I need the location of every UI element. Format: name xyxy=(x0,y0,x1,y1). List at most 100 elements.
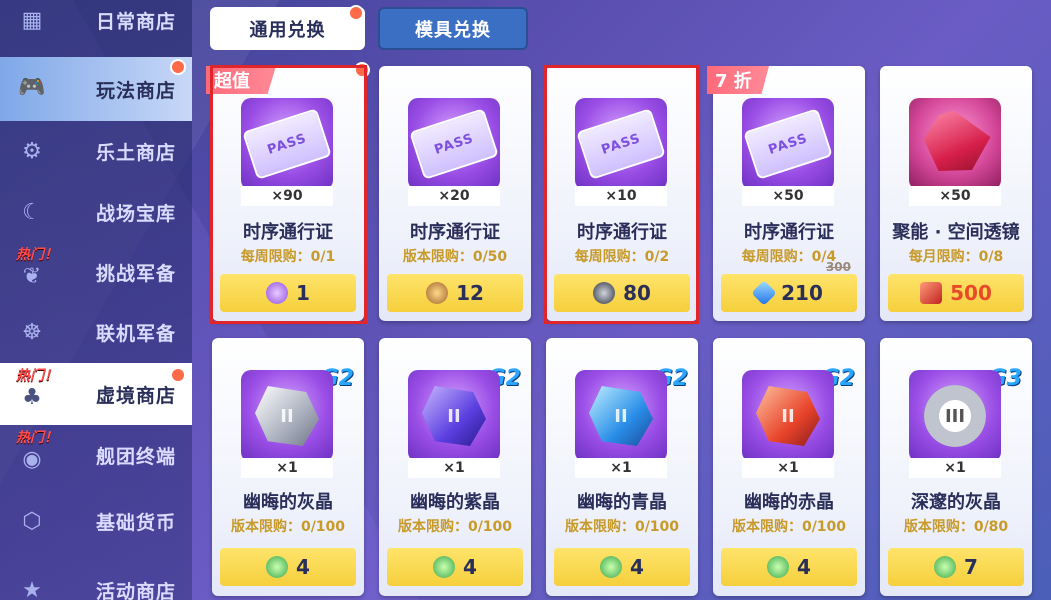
shop-card[interactable]: PASS ×20 时序通行证 版本限购：0/50 12 xyxy=(379,66,531,321)
tab-label: 通用兑换 xyxy=(249,19,326,41)
purchase-limit: 版本限购：0/100 xyxy=(397,519,513,535)
item-name: 幽晦的赤晶 xyxy=(744,492,834,513)
green-skull-icon xyxy=(266,556,289,578)
sidebar-item-label: 挑战军备 xyxy=(96,262,177,285)
purchase-limit: 版本限购：0/100 xyxy=(564,519,680,535)
price-button[interactable]: 7 xyxy=(888,548,1024,586)
purchase-limit: 版本限购：0/50 xyxy=(402,249,508,265)
shop-card[interactable]: G2 II ×1 幽晦的紫晶 版本限购：0/100 4 xyxy=(379,338,531,596)
shop-card[interactable]: 超值 PASS ×90 时序通行证 每周限购：0/1 1 xyxy=(206,62,370,321)
shop-card[interactable]: G2 II ×1 幽晦的灰晶 版本限购：0/100 4 xyxy=(212,338,364,596)
price-value: 4 xyxy=(296,555,310,579)
pass-ticket-icon: PASS xyxy=(409,108,499,180)
sidebar-item-label: 战场宝库 xyxy=(96,202,177,225)
price-value: 4 xyxy=(630,555,644,579)
item-name: 时序通行证 xyxy=(243,222,333,243)
sidebar-item-label: 日常商店 xyxy=(96,10,177,33)
item-quantity: ×1 xyxy=(575,458,667,478)
cyan-crystal-icon: II xyxy=(589,386,653,446)
green-skull-icon xyxy=(934,556,957,578)
pass-ticket-icon: PASS xyxy=(576,108,666,180)
purchase-limit: 版本限购：0/100 xyxy=(731,519,847,535)
plant-icon: ♣ xyxy=(22,384,42,410)
shop-card[interactable]: 7 折 PASS ×50 时序通行证 每周限购：0/4 210 300 xyxy=(707,66,865,321)
sidebar-item-gameplay-shop[interactable]: 🎮 玩法商店 xyxy=(0,57,192,121)
purple-gem-icon xyxy=(266,282,289,304)
price-button[interactable]: 4 xyxy=(554,548,690,586)
sidebar-item-event-shop[interactable]: ★ 活动商店 xyxy=(0,560,192,600)
item-thumbnail: PASS xyxy=(742,98,834,190)
purchase-limit: 每周限购：0/1 xyxy=(240,249,336,265)
price-button[interactable]: 1 xyxy=(220,274,356,312)
tab-mold-exchange[interactable]: 模具兑换 xyxy=(378,7,528,50)
item-thumbnail: II xyxy=(575,370,667,462)
item-thumbnail: II xyxy=(408,370,500,462)
discount-ribbon: 7 折 xyxy=(707,66,769,94)
item-quantity: ×20 xyxy=(408,186,500,206)
item-name: 幽晦的灰晶 xyxy=(243,492,333,513)
pass-ticket-icon: PASS xyxy=(242,108,332,180)
shop-card[interactable]: G2 II ×1 幽晦的青晶 版本限购：0/100 4 xyxy=(546,338,698,596)
price-value: 4 xyxy=(797,555,811,579)
sidebar-item-paradise-shop[interactable]: ⚙ 乐土商店 xyxy=(0,121,192,181)
price-value: 12 xyxy=(456,281,484,305)
sidebar-item-coop-armory[interactable]: ☸ 联机军备 xyxy=(0,302,192,362)
item-name: 幽晦的紫晶 xyxy=(410,492,500,513)
price-value: 500 xyxy=(950,281,992,305)
sidebar-item-label: 活动商店 xyxy=(96,580,177,600)
notification-dot xyxy=(348,5,364,21)
star-icon: ★ xyxy=(22,577,42,600)
deep-gray-crystal-icon: III xyxy=(924,385,986,447)
notification-dot xyxy=(170,59,186,75)
value-ribbon: 超值 xyxy=(206,66,276,94)
green-skull-icon xyxy=(600,556,623,578)
item-thumbnail: III xyxy=(909,370,1001,462)
sidebar-item-basic-currency[interactable]: ⬡ 基础货币 xyxy=(0,491,192,551)
hot-tag: 热门！ xyxy=(16,430,58,446)
sidebar-item-label: 联机军备 xyxy=(96,322,177,345)
price-button[interactable]: 4 xyxy=(721,548,857,586)
item-thumbnail xyxy=(909,98,1001,190)
gear-icon: ⚙ xyxy=(22,138,42,164)
gamepad-icon: 🎮 xyxy=(18,74,46,100)
sidebar-item-label: 基础货币 xyxy=(96,511,177,534)
green-skull-icon xyxy=(433,556,456,578)
dark-token-icon xyxy=(593,282,616,304)
price-button[interactable]: 210 300 xyxy=(721,260,857,312)
item-thumbnail: II xyxy=(742,370,834,462)
item-quantity: ×1 xyxy=(408,458,500,478)
price-button[interactable]: 80 xyxy=(554,274,690,312)
eye-icon: ◉ xyxy=(22,446,42,472)
group-icon: ☸ xyxy=(22,319,42,345)
red-crystal-icon: II xyxy=(756,386,820,446)
item-quantity: ×1 xyxy=(241,458,333,478)
shop-card[interactable]: G2 II ×1 幽晦的赤晶 版本限购：0/100 4 xyxy=(713,338,865,596)
item-quantity: ×1 xyxy=(742,458,834,478)
price-value: 7 xyxy=(964,555,978,579)
green-skull-icon xyxy=(767,556,790,578)
original-price: 300 xyxy=(825,260,851,274)
price-button[interactable]: 4 xyxy=(220,548,356,586)
pass-ticket-icon: PASS xyxy=(743,108,833,180)
sidebar-item-daily-shop[interactable]: ▦ 日常商店 xyxy=(0,0,192,50)
sidebar-item-battlefield-vault[interactable]: ☾ 战场宝库 xyxy=(0,182,192,242)
price-button[interactable]: 500 xyxy=(888,274,1024,312)
blue-crystal-icon xyxy=(751,280,777,306)
notification-dot xyxy=(170,367,186,383)
purchase-limit: 每月限购：0/8 xyxy=(908,249,1004,265)
price-button[interactable]: 12 xyxy=(387,274,523,312)
hot-tag: 热门！ xyxy=(16,247,58,263)
price-value: 4 xyxy=(463,555,477,579)
item-name: 时序通行证 xyxy=(744,222,834,243)
shop-card[interactable]: ×50 聚能 · 空间透镜 每月限购：0/8 500 xyxy=(880,66,1032,321)
sidebar-item-fleet-terminal[interactable]: 热门！ ◉ 舰团终端 xyxy=(0,425,192,485)
sidebar-item-virtual-shop[interactable]: 热门！ ♣ 虚境商店 xyxy=(0,363,192,425)
tab-general-exchange[interactable]: 通用兑换 xyxy=(210,5,365,50)
sidebar-item-challenge-armory[interactable]: 热门！ ❦ 挑战军备 xyxy=(0,242,192,302)
shop-card[interactable]: PASS ×10 时序通行证 每周限购：0/2 80 xyxy=(546,66,698,321)
item-quantity: ×50 xyxy=(909,186,1001,206)
shop-card[interactable]: G3 III ×1 深邃的灰晶 版本限购：0/80 7 xyxy=(880,338,1032,596)
price-button[interactable]: 4 xyxy=(387,548,523,586)
item-name: 时序通行证 xyxy=(410,222,500,243)
moon-icon: ☾ xyxy=(22,199,42,225)
